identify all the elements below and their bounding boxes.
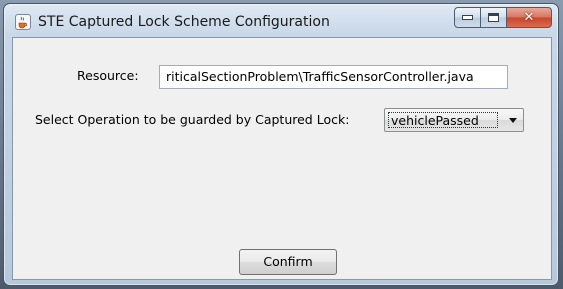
caption-buttons: ✕ — [454, 7, 552, 28]
chevron-down-icon[interactable] — [509, 118, 517, 123]
resource-label: Resource: — [77, 68, 139, 83]
minimize-icon — [462, 15, 473, 20]
window-title: STE Captured Lock Scheme Configuration — [38, 14, 330, 30]
close-icon: ✕ — [523, 10, 535, 25]
operation-selected-value: vehiclePassed — [388, 112, 498, 128]
maximize-button[interactable] — [481, 7, 507, 28]
resource-field[interactable]: riticalSectionProblem\TrafficSensorContr… — [159, 65, 508, 89]
minimize-button[interactable] — [454, 7, 481, 28]
operation-label: Select Operation to be guarded by Captur… — [35, 112, 350, 127]
java-cup-icon — [15, 14, 31, 30]
dialog-window: STE Captured Lock Scheme Configuration ✕… — [3, 3, 559, 286]
confirm-button[interactable]: Confirm — [239, 249, 337, 275]
title-bar[interactable]: STE Captured Lock Scheme Configuration ✕ — [4, 4, 558, 40]
maximize-icon — [488, 13, 499, 22]
operation-dropdown[interactable]: vehiclePassed — [384, 108, 524, 132]
close-button[interactable]: ✕ — [507, 7, 552, 28]
dialog-content: Resource: riticalSectionProblem\TrafficS… — [12, 37, 552, 280]
